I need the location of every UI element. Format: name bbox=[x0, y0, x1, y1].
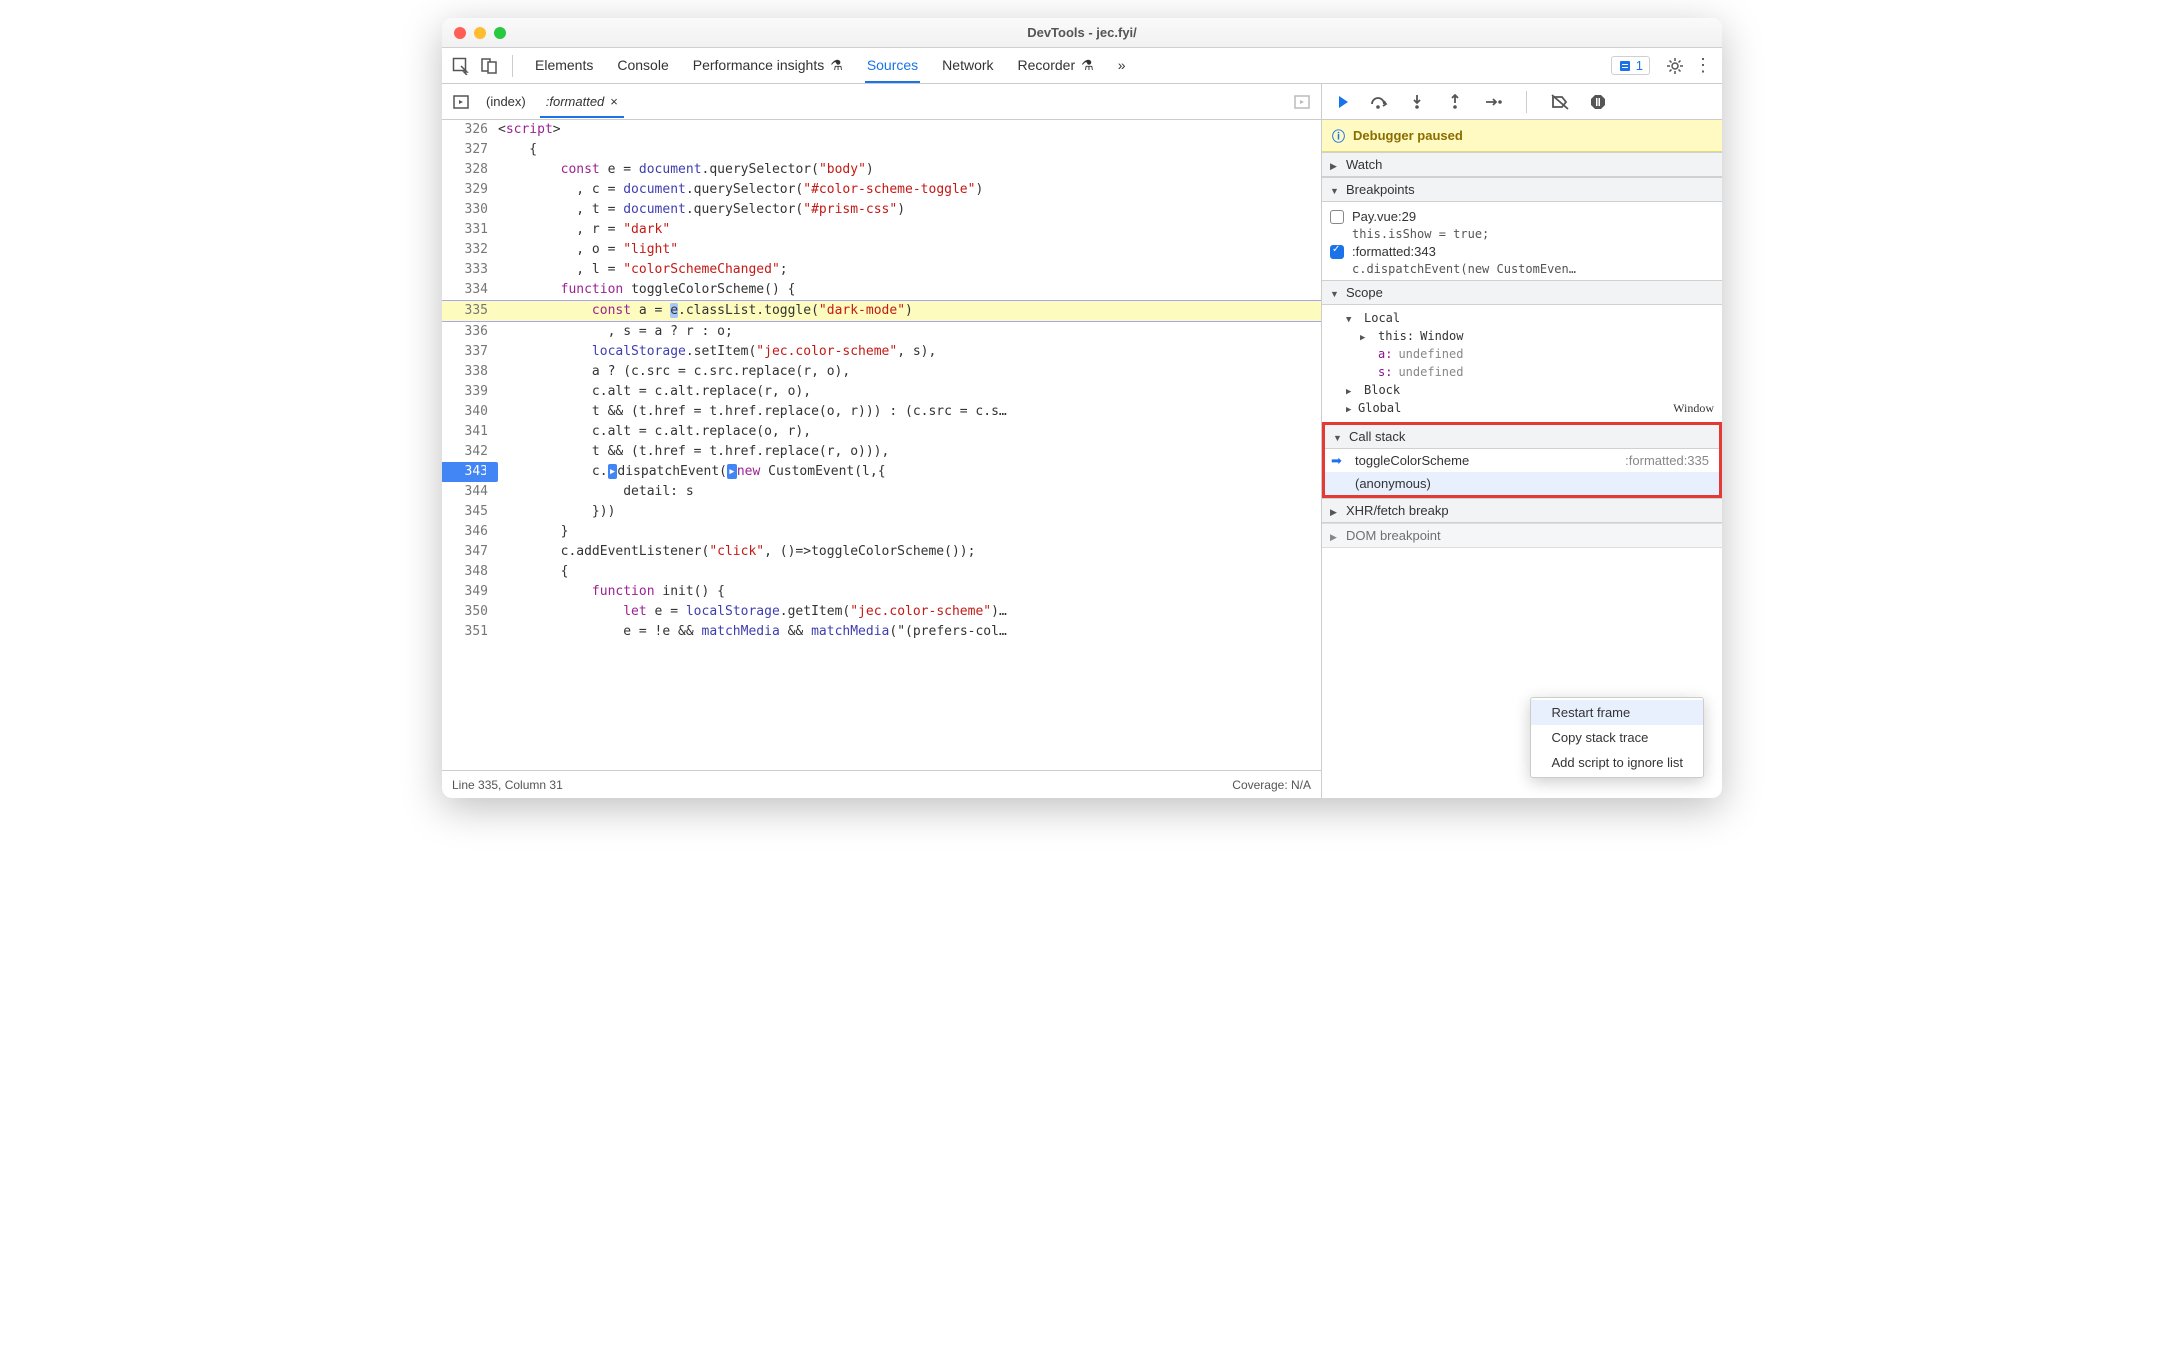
file-tab-bar: (index) :formatted × bbox=[442, 84, 1321, 120]
titlebar: DevTools - jec.fyi/ bbox=[442, 18, 1722, 48]
scope-var-a: a: undefined bbox=[1322, 345, 1722, 363]
debugger-pane: ⓘ Debugger paused Watch Breakpoints Pay.… bbox=[1322, 84, 1722, 798]
debugger-toolbar bbox=[1322, 84, 1722, 120]
breakpoint-item[interactable]: Pay.vue:29 bbox=[1322, 206, 1722, 227]
issues-badge[interactable]: 1 bbox=[1611, 56, 1650, 75]
checkbox-icon[interactable] bbox=[1330, 245, 1344, 259]
checkbox-icon[interactable] bbox=[1330, 210, 1344, 224]
scope-this[interactable]: this: Window bbox=[1322, 327, 1722, 345]
step-icon[interactable] bbox=[1482, 91, 1504, 113]
scope-local[interactable]: Local bbox=[1322, 309, 1722, 327]
panel-tabs: Elements Console Performance insights⚗ S… bbox=[533, 49, 1127, 83]
separator bbox=[1526, 91, 1527, 113]
issue-icon bbox=[1618, 59, 1632, 73]
menu-restart-frame[interactable]: Restart frame bbox=[1531, 700, 1703, 725]
paused-banner: ⓘ Debugger paused bbox=[1322, 120, 1722, 152]
devtools-window: DevTools - jec.fyi/ Elements Console Per… bbox=[442, 18, 1722, 798]
tab-sources[interactable]: Sources bbox=[865, 49, 920, 83]
watch-header[interactable]: Watch bbox=[1322, 152, 1722, 177]
close-tab-icon[interactable]: × bbox=[610, 94, 618, 109]
issues-count: 1 bbox=[1636, 58, 1643, 73]
callstack-header[interactable]: Call stack bbox=[1325, 425, 1719, 449]
file-tab-index[interactable]: (index) bbox=[480, 86, 532, 118]
separator bbox=[512, 55, 513, 77]
tab-performance-insights[interactable]: Performance insights⚗ bbox=[691, 49, 845, 83]
pause-exceptions-icon[interactable] bbox=[1587, 91, 1609, 113]
resume-icon[interactable] bbox=[1330, 91, 1352, 113]
dom-header[interactable]: DOM breakpoint bbox=[1322, 523, 1722, 548]
flask-icon: ⚗ bbox=[830, 57, 843, 74]
info-icon: ⓘ bbox=[1332, 126, 1345, 145]
step-into-icon[interactable] bbox=[1406, 91, 1428, 113]
statusbar: Line 335, Column 31 Coverage: N/A bbox=[442, 770, 1321, 798]
main-area: (index) :formatted × 326<script>327 {328… bbox=[442, 84, 1722, 798]
run-snippet-icon[interactable] bbox=[1291, 91, 1313, 113]
current-frame-icon: ➡ bbox=[1331, 453, 1342, 469]
step-out-icon[interactable] bbox=[1444, 91, 1466, 113]
tab-recorder[interactable]: Recorder⚗ bbox=[1016, 49, 1096, 83]
breakpoints-body: Pay.vue:29 this.isShow = true; :formatte… bbox=[1322, 202, 1722, 280]
menu-copy-stack-trace[interactable]: Copy stack trace bbox=[1531, 725, 1703, 750]
show-nav-icon[interactable] bbox=[450, 91, 472, 113]
file-tab-formatted[interactable]: :formatted × bbox=[540, 86, 624, 118]
scope-body: Local this: Window a: undefined s: undef… bbox=[1322, 305, 1722, 422]
coverage-status: Coverage: N/A bbox=[1232, 778, 1311, 792]
scope-header[interactable]: Scope bbox=[1322, 280, 1722, 305]
breakpoint-snippet: this.isShow = true; bbox=[1322, 227, 1722, 241]
tab-console[interactable]: Console bbox=[615, 49, 670, 83]
callstack-frame[interactable]: (anonymous) bbox=[1325, 472, 1719, 495]
main-toolbar: Elements Console Performance insights⚗ S… bbox=[442, 48, 1722, 84]
breakpoints-header[interactable]: Breakpoints bbox=[1322, 177, 1722, 202]
code-editor[interactable]: 326<script>327 {328 const e = document.q… bbox=[442, 120, 1321, 770]
scope-var-s: s: undefined bbox=[1322, 363, 1722, 381]
menu-add-ignore[interactable]: Add script to ignore list bbox=[1531, 750, 1703, 775]
device-icon[interactable] bbox=[478, 55, 500, 77]
scope-block[interactable]: Block bbox=[1322, 381, 1722, 399]
callstack-frame[interactable]: ➡ toggleColorScheme :formatted:335 bbox=[1325, 449, 1719, 472]
breakpoint-item[interactable]: :formatted:343 bbox=[1322, 241, 1722, 262]
tab-network[interactable]: Network bbox=[940, 49, 995, 83]
context-menu[interactable]: Restart frame Copy stack trace Add scrip… bbox=[1530, 697, 1704, 778]
window-title: DevTools - jec.fyi/ bbox=[442, 25, 1722, 40]
settings-icon[interactable] bbox=[1664, 55, 1686, 77]
xhr-header[interactable]: XHR/fetch breakp bbox=[1322, 498, 1722, 523]
more-tabs-icon[interactable]: » bbox=[1116, 49, 1128, 83]
scope-global[interactable]: GlobalWindow bbox=[1322, 399, 1722, 418]
sources-pane: (index) :formatted × 326<script>327 {328… bbox=[442, 84, 1322, 798]
flask-icon: ⚗ bbox=[1081, 57, 1094, 74]
cursor-position: Line 335, Column 31 bbox=[452, 778, 563, 792]
breakpoint-snippet: c.dispatchEvent(new CustomEven… bbox=[1322, 262, 1722, 276]
inspect-icon[interactable] bbox=[450, 55, 472, 77]
kebab-icon[interactable]: ⋮ bbox=[1692, 55, 1714, 77]
callstack-highlight: Call stack ➡ toggleColorScheme :formatte… bbox=[1322, 422, 1722, 498]
step-over-icon[interactable] bbox=[1368, 91, 1390, 113]
tab-elements[interactable]: Elements bbox=[533, 49, 595, 83]
deactivate-bp-icon[interactable] bbox=[1549, 91, 1571, 113]
